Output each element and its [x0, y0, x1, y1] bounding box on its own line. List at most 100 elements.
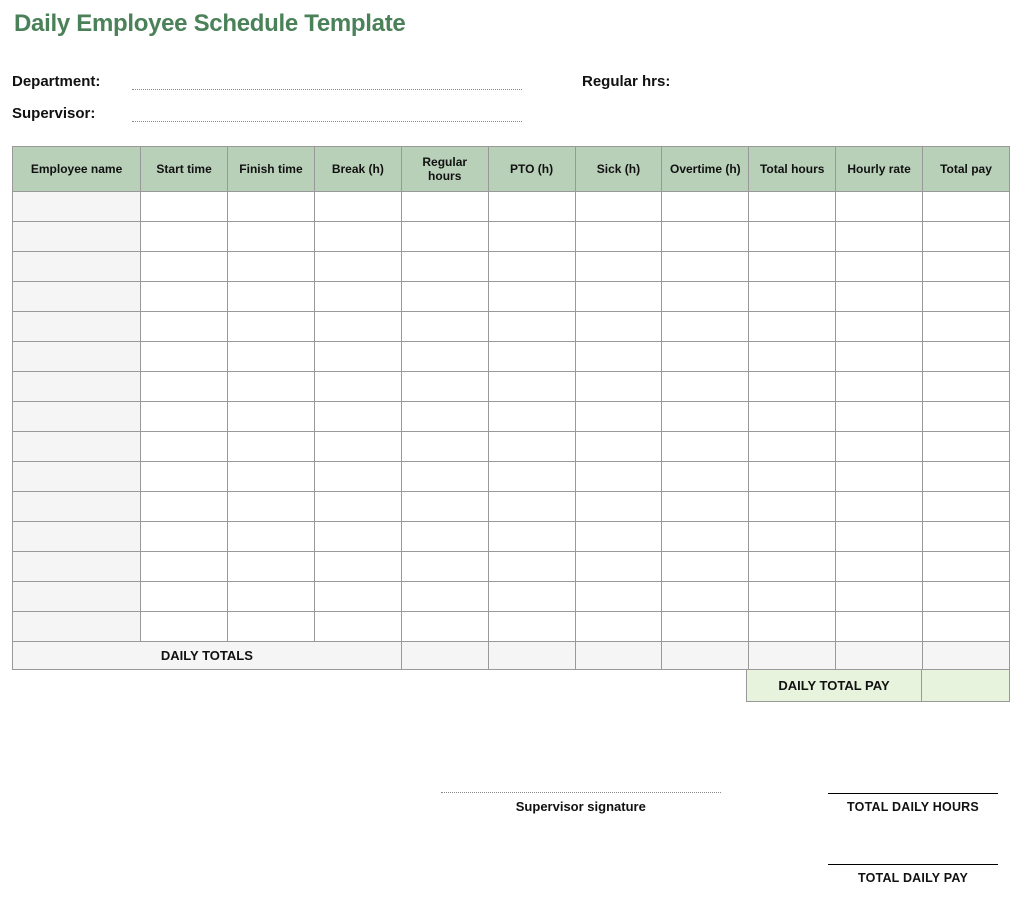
data-cell[interactable] — [228, 342, 315, 372]
data-cell[interactable] — [575, 372, 662, 402]
data-cell[interactable] — [923, 342, 1010, 372]
data-cell[interactable] — [575, 402, 662, 432]
data-cell[interactable] — [923, 432, 1010, 462]
data-cell[interactable] — [228, 612, 315, 642]
data-cell[interactable] — [575, 432, 662, 462]
data-cell[interactable] — [923, 552, 1010, 582]
data-cell[interactable] — [923, 222, 1010, 252]
data-cell[interactable] — [141, 582, 228, 612]
employee-name-cell[interactable] — [13, 462, 141, 492]
data-cell[interactable] — [488, 492, 575, 522]
data-cell[interactable] — [749, 582, 836, 612]
data-cell[interactable] — [228, 522, 315, 552]
data-cell[interactable] — [401, 612, 488, 642]
data-cell[interactable] — [749, 492, 836, 522]
data-cell[interactable] — [141, 432, 228, 462]
data-cell[interactable] — [141, 222, 228, 252]
data-cell[interactable] — [228, 492, 315, 522]
employee-name-cell[interactable] — [13, 552, 141, 582]
data-cell[interactable] — [662, 522, 749, 552]
data-cell[interactable] — [314, 492, 401, 522]
data-cell[interactable] — [228, 552, 315, 582]
data-cell[interactable] — [575, 342, 662, 372]
data-cell[interactable] — [314, 192, 401, 222]
data-cell[interactable] — [141, 612, 228, 642]
data-cell[interactable] — [662, 582, 749, 612]
data-cell[interactable] — [662, 432, 749, 462]
data-cell[interactable] — [923, 612, 1010, 642]
data-cell[interactable] — [923, 582, 1010, 612]
data-cell[interactable] — [488, 342, 575, 372]
data-cell[interactable] — [141, 492, 228, 522]
data-cell[interactable] — [141, 552, 228, 582]
data-cell[interactable] — [488, 552, 575, 582]
data-cell[interactable] — [836, 402, 923, 432]
data-cell[interactable] — [662, 252, 749, 282]
employee-name-cell[interactable] — [13, 612, 141, 642]
data-cell[interactable] — [575, 252, 662, 282]
daily-totals-cell[interactable] — [488, 642, 575, 670]
data-cell[interactable] — [923, 522, 1010, 552]
data-cell[interactable] — [141, 522, 228, 552]
data-cell[interactable] — [749, 402, 836, 432]
data-cell[interactable] — [662, 282, 749, 312]
data-cell[interactable] — [228, 372, 315, 402]
daily-totals-cell[interactable] — [662, 642, 749, 670]
data-cell[interactable] — [836, 222, 923, 252]
employee-name-cell[interactable] — [13, 522, 141, 552]
data-cell[interactable] — [575, 612, 662, 642]
data-cell[interactable] — [923, 462, 1010, 492]
data-cell[interactable] — [314, 222, 401, 252]
data-cell[interactable] — [836, 552, 923, 582]
data-cell[interactable] — [836, 282, 923, 312]
employee-name-cell[interactable] — [13, 492, 141, 522]
data-cell[interactable] — [749, 372, 836, 402]
data-cell[interactable] — [836, 612, 923, 642]
employee-name-cell[interactable] — [13, 582, 141, 612]
data-cell[interactable] — [749, 312, 836, 342]
data-cell[interactable] — [836, 432, 923, 462]
data-cell[interactable] — [401, 282, 488, 312]
data-cell[interactable] — [749, 192, 836, 222]
data-cell[interactable] — [836, 462, 923, 492]
data-cell[interactable] — [401, 342, 488, 372]
data-cell[interactable] — [401, 432, 488, 462]
data-cell[interactable] — [141, 372, 228, 402]
employee-name-cell[interactable] — [13, 342, 141, 372]
data-cell[interactable] — [575, 492, 662, 522]
data-cell[interactable] — [923, 402, 1010, 432]
data-cell[interactable] — [314, 522, 401, 552]
data-cell[interactable] — [228, 402, 315, 432]
data-cell[interactable] — [401, 492, 488, 522]
data-cell[interactable] — [488, 432, 575, 462]
data-cell[interactable] — [923, 282, 1010, 312]
employee-name-cell[interactable] — [13, 252, 141, 282]
data-cell[interactable] — [662, 222, 749, 252]
employee-name-cell[interactable] — [13, 402, 141, 432]
data-cell[interactable] — [401, 522, 488, 552]
data-cell[interactable] — [923, 312, 1010, 342]
data-cell[interactable] — [662, 552, 749, 582]
data-cell[interactable] — [749, 462, 836, 492]
data-cell[interactable] — [749, 222, 836, 252]
supervisor-signature-line[interactable] — [441, 792, 721, 793]
data-cell[interactable] — [662, 612, 749, 642]
data-cell[interactable] — [401, 222, 488, 252]
data-cell[interactable] — [488, 402, 575, 432]
data-cell[interactable] — [314, 552, 401, 582]
data-cell[interactable] — [662, 342, 749, 372]
data-cell[interactable] — [923, 492, 1010, 522]
daily-totals-cell[interactable] — [923, 642, 1010, 670]
data-cell[interactable] — [141, 462, 228, 492]
data-cell[interactable] — [488, 522, 575, 552]
data-cell[interactable] — [575, 462, 662, 492]
data-cell[interactable] — [314, 432, 401, 462]
data-cell[interactable] — [575, 312, 662, 342]
daily-totals-cell[interactable] — [401, 642, 488, 670]
data-cell[interactable] — [575, 522, 662, 552]
total-daily-pay-line[interactable] — [828, 864, 998, 865]
data-cell[interactable] — [228, 462, 315, 492]
total-daily-hours-line[interactable] — [828, 793, 998, 794]
data-cell[interactable] — [401, 192, 488, 222]
data-cell[interactable] — [488, 462, 575, 492]
